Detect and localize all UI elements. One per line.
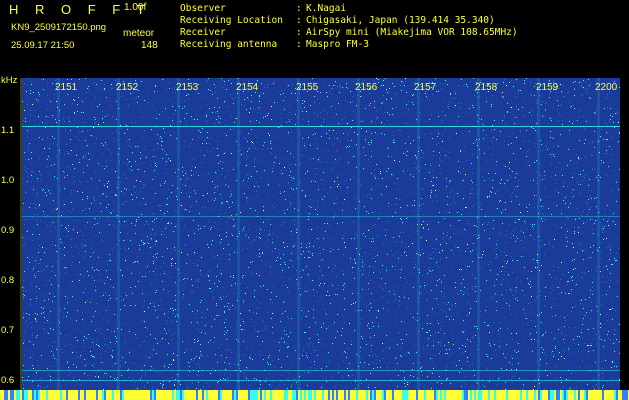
info-value-location: Chigasaki, Japan (139.414 35.340) <box>306 15 495 26</box>
x-tick-label: 2158 <box>475 82 498 93</box>
app-version: 1.00f <box>124 2 147 13</box>
plot-left-margin <box>20 78 22 390</box>
x-tick-label: 2154 <box>236 82 259 93</box>
x-tick-label: 2152 <box>116 82 139 93</box>
x-tick-label: 2157 <box>414 82 437 93</box>
info-key-observer: Observer <box>180 3 226 14</box>
x-tick-label: 2200 <box>595 82 618 93</box>
info-value-receiver: AirSpy mini (Miakejima VOR 108.65MHz) <box>306 27 518 38</box>
info-key-location: Receiving Location <box>180 15 283 26</box>
y-tick-label: 0.7 <box>1 325 15 336</box>
info-key-antenna: Receiving antenna <box>180 39 278 50</box>
capture-datetime: 25.09.17 21:50 <box>11 40 75 51</box>
info-separator: : <box>296 15 302 26</box>
info-separator: : <box>296 27 302 38</box>
x-tick-label: 2153 <box>176 82 199 93</box>
info-key-receiver: Receiver <box>180 27 226 38</box>
spectrogram-canvas <box>22 78 620 400</box>
y-tick-label: 1.1 <box>1 125 15 136</box>
info-value-antenna: Maspro FM-3 <box>306 39 369 50</box>
info-separator: : <box>296 39 302 50</box>
y-tick-label: 1.0 <box>1 175 15 186</box>
x-tick-label: 2156 <box>355 82 378 93</box>
y-tick-label: 0.6 <box>1 375 15 386</box>
header-panel: H R O F F T 1.00f KN9_2509172150.png met… <box>0 0 629 78</box>
file-name: KN9_2509172150.png <box>11 22 107 33</box>
x-tick-label: 2155 <box>296 82 319 93</box>
y-tick-label: 0.9 <box>1 225 15 236</box>
detection-count: 148 <box>141 40 158 51</box>
info-separator: : <box>296 3 302 14</box>
spectrogram-plot[interactable] <box>22 78 620 400</box>
y-axis-unit: kHz <box>1 75 18 86</box>
mode-label: meteor <box>123 28 155 39</box>
info-value-observer: K.Nagai <box>306 3 347 14</box>
signal-level-bar <box>0 390 629 400</box>
y-tick-label: 0.8 <box>1 275 15 286</box>
x-tick-label: 2151 <box>55 82 78 93</box>
x-tick-label: 2159 <box>536 82 559 93</box>
